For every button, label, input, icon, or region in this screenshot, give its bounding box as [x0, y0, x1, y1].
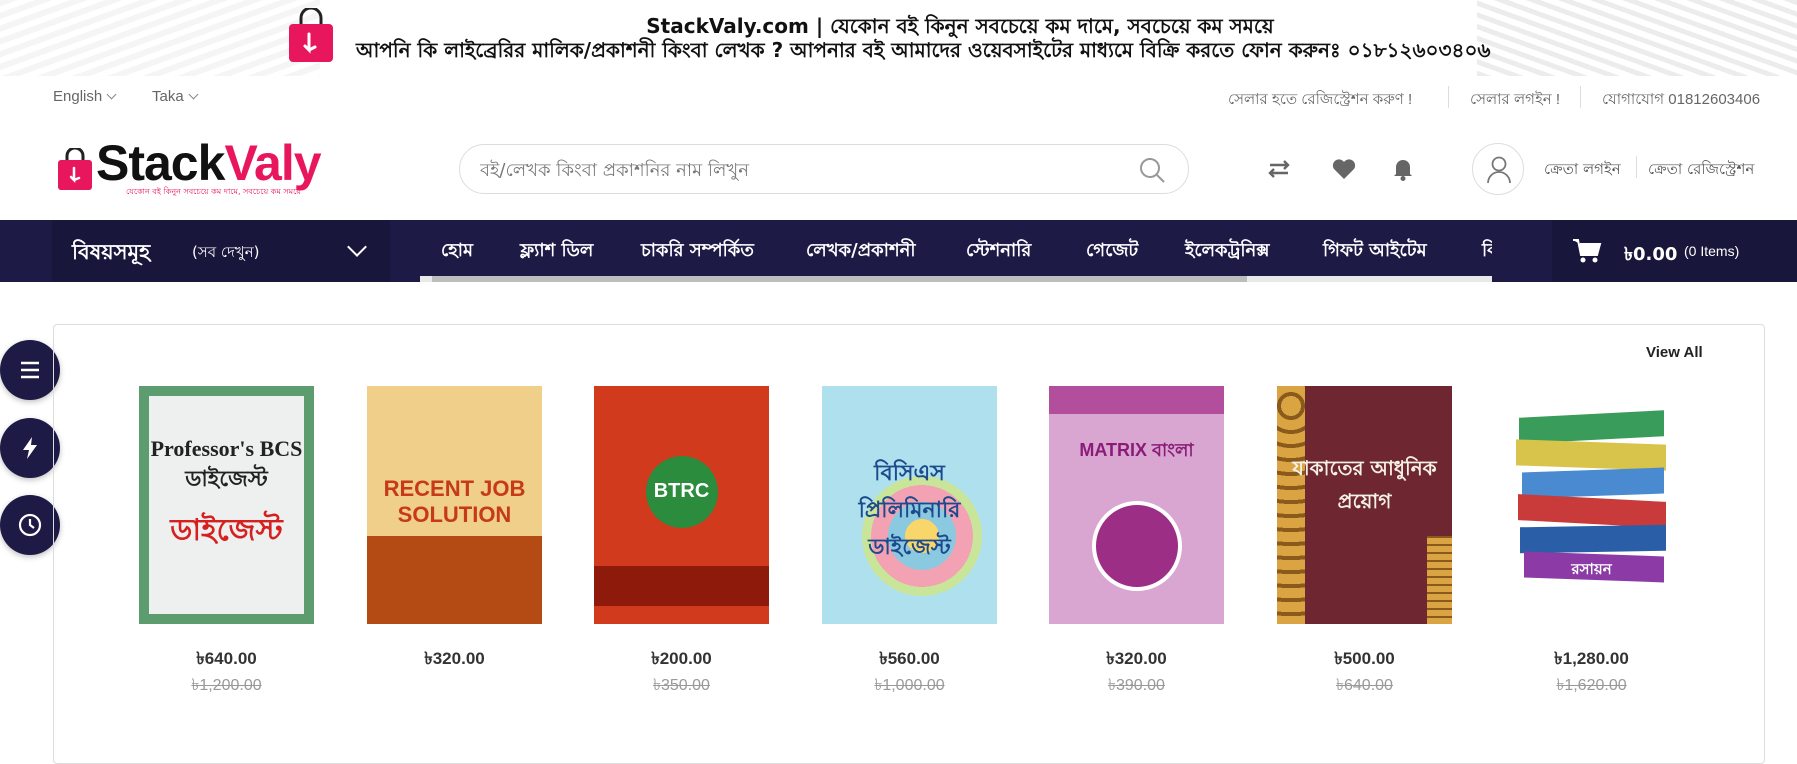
- product-price: ৳560.00: [879, 649, 940, 668]
- product-cover[interactable]: যাকাতের আধুনিক প্রয়োগ: [1277, 386, 1452, 624]
- product-price: ৳500.00: [1334, 649, 1395, 668]
- product-old-price: ৳640.00: [1336, 677, 1393, 694]
- product-cover[interactable]: RECENT JOB SOLUTION: [367, 386, 542, 624]
- nav-scrollbar[interactable]: [420, 276, 1492, 282]
- compare-icon[interactable]: [1266, 156, 1292, 182]
- main-nav: বিষয়সমূহ (সব দেখুন) হোম ফ্ল্যাশ ডিল চাক…: [0, 220, 1797, 282]
- product-old-price: ৳1,620.00: [1556, 677, 1627, 694]
- divider: [1448, 86, 1449, 108]
- product-cover[interactable]: Professor's BCS ডাইজেস্ট ডাইজেস্ট: [139, 386, 314, 624]
- product-price: ৳200.00: [651, 649, 712, 668]
- view-all-link[interactable]: View All: [1646, 344, 1703, 361]
- buyer-login-link[interactable]: ক্রেতা লগইন: [1544, 158, 1621, 183]
- site-header: StackValy যেকোন বই কিনুন সবচেয়ে কম দামে…: [0, 118, 1797, 220]
- search-input[interactable]: [480, 155, 1100, 185]
- seller-register-link[interactable]: সেলার হতে রেজিস্ট্রেশন করুণ !: [1228, 88, 1412, 113]
- seller-login-link[interactable]: সেলার লগইন !: [1470, 88, 1560, 113]
- banner-decoration-left: [0, 0, 320, 76]
- categories-dropdown[interactable]: বিষয়সমূহ (সব দেখুন): [52, 220, 390, 282]
- user-avatar[interactable]: [1472, 143, 1524, 195]
- nav-item-flash-deal[interactable]: ফ্ল্যাশ ডিল: [520, 236, 593, 267]
- banner-subline: আপনি কি লাইব্রেরির মালিক/প্রকাশনী কিংবা …: [356, 38, 1491, 62]
- chevron-down-icon: [106, 89, 117, 100]
- buyer-register-link[interactable]: ক্রেতা রেজিস্ট্রেশন: [1648, 158, 1754, 183]
- shopping-bag-icon: [289, 8, 333, 62]
- product-cover[interactable]: বিসিএস প্রিলিমিনারি ডাইজেস্ট: [822, 386, 997, 624]
- product-old-price: ৳390.00: [1108, 677, 1165, 694]
- chevron-down-icon: [347, 237, 367, 257]
- product-price: ৳320.00: [424, 649, 485, 668]
- nav-item-jobs[interactable]: চাকরি সম্পর্কিত: [641, 236, 754, 267]
- product-cover[interactable]: MATRIX বাংলা: [1049, 386, 1224, 624]
- divider: [1580, 86, 1581, 108]
- logo-bag-icon: [58, 148, 92, 190]
- logo-wordmark: StackValy: [96, 135, 322, 191]
- product-price: ৳1,280.00: [1554, 649, 1629, 668]
- cart-item-count: (0 Items): [1684, 243, 1740, 259]
- currency-label: Taka: [152, 88, 184, 105]
- product-price: ৳640.00: [196, 649, 257, 668]
- nav-item-home[interactable]: হোম: [441, 236, 473, 267]
- logo-tagline: যেকোন বই কিনুন সবচেয়ে কম দামে, সবচেয়ে …: [126, 187, 302, 196]
- bell-icon[interactable]: [1390, 156, 1416, 182]
- hamburger-icon: [21, 361, 39, 379]
- contact-link[interactable]: যোগাযোগ 01812603406: [1602, 88, 1760, 113]
- top-bar: English Taka সেলার হতে রেজিস্ট্রেশন করুণ…: [0, 76, 1797, 118]
- nav-item-electronics[interactable]: ইলেকট্রনিক্স: [1185, 236, 1270, 267]
- chevron-down-icon: [188, 89, 199, 100]
- nav-item-authors[interactable]: লেখক/প্রকাশনী: [806, 236, 916, 267]
- product-old-price: ৳1,200.00: [191, 677, 262, 694]
- nav-item-gift[interactable]: গিফট আইটেম: [1323, 236, 1427, 267]
- language-label: English: [53, 88, 103, 105]
- divider: [1636, 156, 1637, 178]
- site-logo[interactable]: StackValy যেকোন বই কিনুন সবচেয়ে কম দামে…: [56, 135, 366, 198]
- cart-button[interactable]: ৳0.00 (0 Items): [1552, 220, 1797, 282]
- nav-item-more[interactable]: কি: [1482, 236, 1492, 267]
- cart-total: ৳0.00: [1624, 244, 1678, 265]
- nav-menu: হোম ফ্ল্যাশ ডিল চাকরি সম্পর্কিত লেখক/প্র…: [420, 220, 1492, 282]
- nav-item-gadget[interactable]: গেজেট: [1086, 236, 1138, 267]
- lightning-icon: [23, 437, 37, 459]
- nav-item-stationery[interactable]: স্টেশনারি: [966, 236, 1031, 267]
- scrollbar-thumb[interactable]: [432, 276, 1247, 282]
- product-old-price: ৳350.00: [653, 677, 710, 694]
- history-fab[interactable]: [0, 495, 60, 555]
- product-cover[interactable]: BTRC: [594, 386, 769, 624]
- categories-see-all: (সব দেখুন): [192, 243, 260, 261]
- user-icon: [1487, 156, 1511, 184]
- promo-banner[interactable]: StackValy.com | যেকোন বই কিনুন সবচেয়ে ক…: [0, 0, 1797, 76]
- heart-icon[interactable]: [1331, 156, 1357, 182]
- search-icon[interactable]: [1138, 156, 1166, 184]
- cart-icon: [1573, 239, 1602, 263]
- search-bar: [459, 144, 1189, 194]
- language-selector[interactable]: English: [53, 88, 117, 105]
- product-price: ৳320.00: [1106, 649, 1167, 668]
- product-cover[interactable]: রসায়ন: [1504, 386, 1679, 624]
- flash-fab[interactable]: [0, 418, 60, 478]
- menu-fab[interactable]: [0, 340, 60, 400]
- clock-icon: [18, 513, 42, 537]
- product-old-price: ৳1,000.00: [874, 677, 945, 694]
- categories-title: বিষয়সমূহ: [72, 240, 151, 264]
- currency-selector[interactable]: Taka: [152, 88, 199, 105]
